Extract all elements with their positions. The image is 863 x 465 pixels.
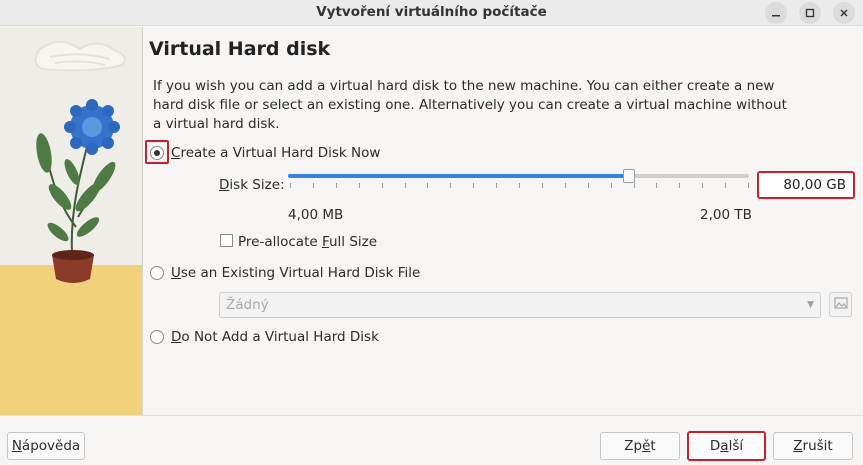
slider-min-label: 4,00 MB xyxy=(288,207,344,223)
slider-tick xyxy=(541,183,543,188)
slider-ticks xyxy=(290,183,749,189)
slider-tick xyxy=(496,183,498,188)
slider-tick xyxy=(633,183,635,188)
chevron-down-icon: ▼ xyxy=(807,300,814,310)
slider-tick xyxy=(610,183,612,188)
radio-create-new-label: Create a Virtual Hard Disk Now xyxy=(171,145,381,161)
preallocate-checkbox[interactable] xyxy=(220,234,233,247)
slider-tick xyxy=(473,183,475,188)
dialog-footer: Nápověda Zp ě t Da lší Zrušit xyxy=(0,415,863,465)
slider-tick xyxy=(358,183,360,188)
slider-tick xyxy=(381,183,383,188)
slider-tick xyxy=(312,183,314,188)
existing-disk-select[interactable]: Žádný ▼ xyxy=(219,292,821,318)
slider-handle[interactable] xyxy=(623,169,636,183)
slider-fill xyxy=(288,174,630,178)
page-description: If you wish you can add a virtual hard d… xyxy=(153,78,787,132)
minimize-icon[interactable] xyxy=(765,2,787,24)
page-title: Virtual Hard disk xyxy=(149,38,331,60)
radio-indicator[interactable] xyxy=(150,146,164,160)
slider-tick xyxy=(587,183,589,188)
slider-tick xyxy=(290,183,291,188)
radio-create-new-disk[interactable]: Create a Virtual Hard Disk Now xyxy=(150,145,380,161)
radio-no-disk[interactable]: Do Not Add a Virtual Hard Disk xyxy=(150,329,379,345)
disk-size-slider[interactable] xyxy=(288,169,749,183)
radio-use-existing-disk[interactable]: Use an Existing Virtual Hard Disk File xyxy=(150,265,420,281)
back-button[interactable]: Zp ě t xyxy=(600,432,680,460)
slider-tick xyxy=(748,183,749,188)
slider-tick xyxy=(519,183,520,188)
wizard-illustration xyxy=(0,27,143,415)
slider-tick xyxy=(702,183,704,188)
next-button[interactable]: Da lší xyxy=(687,431,766,461)
title-bar: Vytvoření virtuálního počítače xyxy=(0,0,863,26)
window-title: Vytvoření virtuálního počítače xyxy=(316,4,547,20)
folder-image-icon xyxy=(833,296,848,314)
slider-tick xyxy=(427,183,429,188)
slider-max-label: 2,00 TB xyxy=(700,207,752,223)
radio-no-disk-label: Do Not Add a Virtual Hard Disk xyxy=(171,329,379,345)
radio-use-existing-label: Use an Existing Virtual Hard Disk File xyxy=(171,265,421,281)
cancel-button[interactable]: Zrušit xyxy=(773,432,853,460)
help-button[interactable]: Nápověda xyxy=(7,432,85,460)
slider-tick xyxy=(564,183,566,188)
radio-indicator[interactable] xyxy=(150,330,164,344)
slider-tick xyxy=(656,183,658,188)
radio-indicator[interactable] xyxy=(150,266,164,280)
disk-size-label: Disk Size: xyxy=(219,177,285,193)
slider-tick xyxy=(335,183,337,188)
slider-tick xyxy=(450,183,452,188)
browse-disk-button[interactable] xyxy=(829,292,852,317)
existing-disk-value: Žádný xyxy=(226,297,269,313)
maximize-icon[interactable] xyxy=(799,2,821,24)
preallocate-label[interactable]: Pre-allocate Full Size xyxy=(238,234,377,250)
disk-size-input[interactable]: 80,00 GB xyxy=(757,171,855,199)
slider-tick xyxy=(404,183,406,188)
close-icon[interactable] xyxy=(833,2,855,24)
slider-tick xyxy=(725,183,727,188)
slider-tick xyxy=(679,183,681,188)
